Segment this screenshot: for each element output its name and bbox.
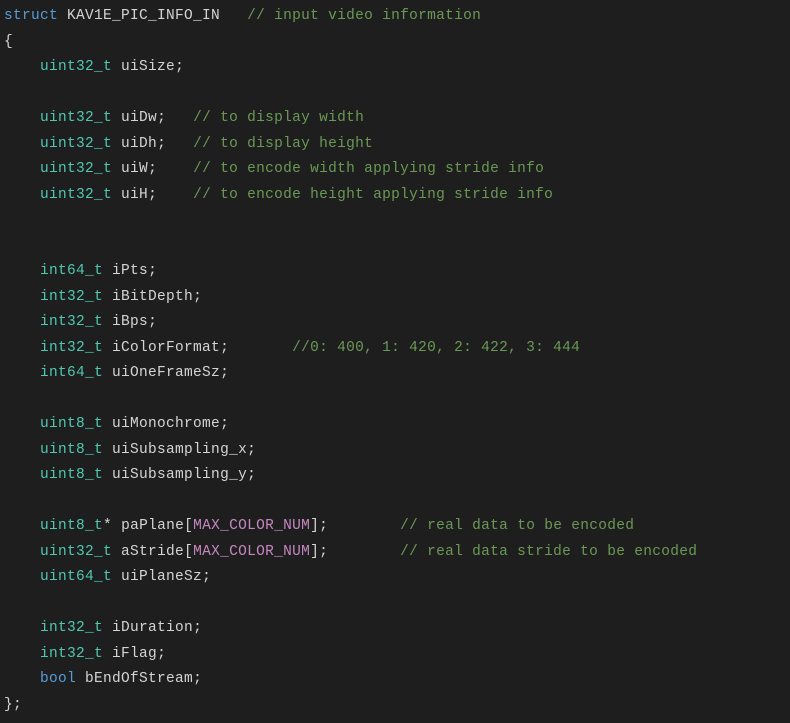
comment: // input video information — [247, 8, 481, 24]
bracket: ] — [310, 544, 319, 560]
star: * — [103, 518, 112, 534]
bracket: [ — [184, 518, 193, 534]
ident: uiDh — [121, 136, 157, 152]
ident: iColorFormat — [112, 340, 220, 356]
semi: ; — [148, 161, 157, 177]
ident: uiSubsampling_y — [112, 467, 247, 483]
ident: aStride — [121, 544, 184, 560]
semi: ; — [220, 365, 229, 381]
semi: ; — [157, 646, 166, 662]
keyword-bool: bool — [40, 671, 76, 687]
semi: ; — [175, 59, 184, 75]
macro: MAX_COLOR_NUM — [193, 544, 310, 560]
ident: uiH — [121, 187, 148, 203]
semi: ; — [247, 467, 256, 483]
type: uint32_t — [40, 187, 112, 203]
semi: ; — [148, 314, 157, 330]
type: int64_t — [40, 263, 103, 279]
type: int64_t — [40, 365, 103, 381]
bracket: ] — [310, 518, 319, 534]
type: int32_t — [40, 646, 103, 662]
bracket: [ — [184, 544, 193, 560]
ident: bEndOfStream — [85, 671, 193, 687]
semi: ; — [148, 187, 157, 203]
ident: uiW — [121, 161, 148, 177]
comment: // to display height — [193, 136, 373, 152]
keyword-struct: struct — [4, 8, 58, 24]
ident: uiPlaneSz — [121, 569, 202, 585]
ident: paPlane — [121, 518, 184, 534]
ident: uiSubsampling_x — [112, 442, 247, 458]
semi: ; — [193, 620, 202, 636]
semi: ; — [157, 110, 166, 126]
semi: ; — [148, 263, 157, 279]
type: int32_t — [40, 289, 103, 305]
semi: ; — [193, 671, 202, 687]
ident: uiMonochrome — [112, 416, 220, 432]
brace-open: { — [4, 34, 13, 50]
comment: // to display width — [193, 110, 364, 126]
ident: uiOneFrameSz — [112, 365, 220, 381]
semi: ; — [247, 442, 256, 458]
semi: ; — [220, 340, 229, 356]
type: uint8_t — [40, 442, 103, 458]
ident: iDuration — [112, 620, 193, 636]
ident: uiDw — [121, 110, 157, 126]
type: uint8_t — [40, 416, 103, 432]
comment: // to encode width applying stride info — [193, 161, 544, 177]
comment: // real data to be encoded — [400, 518, 634, 534]
semi: ; — [319, 518, 328, 534]
comment: // to encode height applying stride info — [193, 187, 553, 203]
type: int32_t — [40, 314, 103, 330]
semi: ; — [202, 569, 211, 585]
semi: ; — [157, 136, 166, 152]
struct-name: KAV1E_PIC_INFO_IN — [67, 8, 220, 24]
macro: MAX_COLOR_NUM — [193, 518, 310, 534]
type: int32_t — [40, 340, 103, 356]
type: uint32_t — [40, 161, 112, 177]
comment: // real data stride to be encoded — [400, 544, 697, 560]
comment: //0: 400, 1: 420, 2: 422, 3: 444 — [292, 340, 580, 356]
ident: uiSize — [121, 59, 175, 75]
code-block: struct KAV1E_PIC_INFO_IN // input video … — [0, 0, 790, 718]
type: uint32_t — [40, 59, 112, 75]
type: uint32_t — [40, 110, 112, 126]
semi: ; — [220, 416, 229, 432]
ident: iPts — [112, 263, 148, 279]
ident: iBitDepth — [112, 289, 193, 305]
type: uint32_t — [40, 136, 112, 152]
ident: iBps — [112, 314, 148, 330]
type: uint32_t — [40, 544, 112, 560]
brace-close: }; — [4, 697, 22, 713]
semi: ; — [193, 289, 202, 305]
ident: iFlag — [112, 646, 157, 662]
type: uint8_t — [40, 467, 103, 483]
type: uint8_t — [40, 518, 103, 534]
type: uint64_t — [40, 569, 112, 585]
semi: ; — [319, 544, 328, 560]
type: int32_t — [40, 620, 103, 636]
